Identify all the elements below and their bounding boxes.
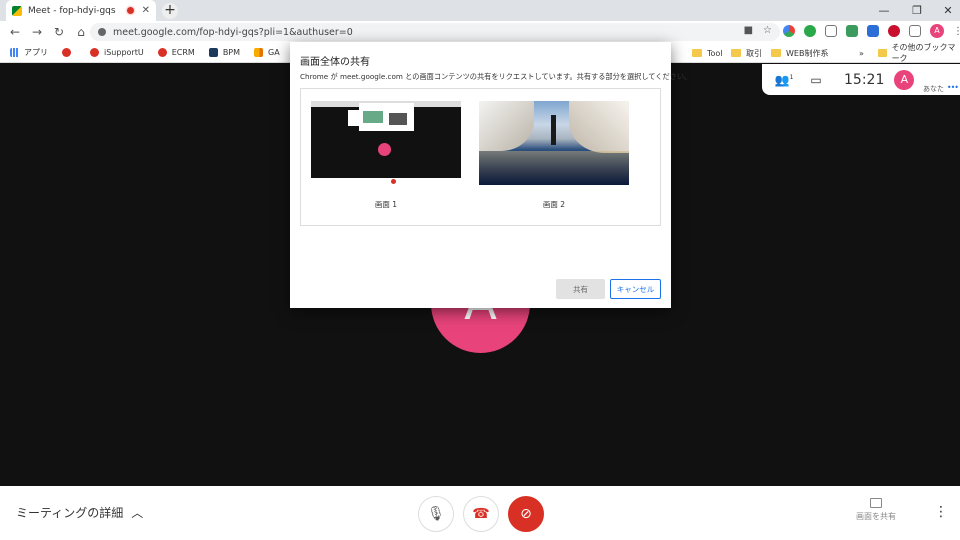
folder-icon bbox=[878, 49, 887, 57]
bookmark-label: 取引 bbox=[746, 48, 762, 58]
meeting-time: 15:21 bbox=[844, 71, 885, 88]
analytics-icon bbox=[254, 48, 264, 57]
folder-icon bbox=[731, 49, 741, 57]
recording-indicator-icon bbox=[126, 7, 134, 14]
s-extension-icon[interactable] bbox=[846, 25, 858, 37]
participants-count: 1 bbox=[789, 73, 794, 81]
evernote-icon[interactable] bbox=[804, 25, 816, 37]
folder-icon bbox=[692, 49, 702, 57]
bookmark-label: WEB制作系 bbox=[786, 48, 829, 58]
browser-toolbar: ← → ↻ ⌂ meet.google.com/fop-hdyi-gqs?pli… bbox=[0, 21, 960, 43]
bookmark-ecrm[interactable]: ECRM bbox=[157, 48, 195, 57]
camera-off-icon: ⊘ bbox=[520, 506, 532, 522]
address-bar[interactable]: meet.google.com/fop-hdyi-gqs?pli=1&authu… bbox=[90, 23, 780, 41]
e-logo-icon bbox=[90, 48, 99, 57]
bookmark-label: BPM bbox=[222, 48, 241, 57]
bookmark-apps[interactable]: アプリ bbox=[10, 47, 48, 58]
camera-off-button[interactable]: ⊘ bbox=[508, 496, 544, 532]
close-tab-icon[interactable]: ✕ bbox=[142, 5, 150, 16]
hang-up-button[interactable]: ☎ bbox=[463, 496, 499, 532]
bookmark-torihiki[interactable]: 取引 bbox=[731, 43, 762, 63]
bookmark-label: その他のブックマーク bbox=[891, 43, 956, 63]
extension-color-icon[interactable] bbox=[783, 25, 795, 37]
bookmark-label: Tool bbox=[707, 48, 723, 58]
chevron-up-icon: ︿ bbox=[131, 506, 144, 520]
screen-option-label: 画面 2 bbox=[542, 200, 566, 209]
screen-picker: 画面 1 画面 2 bbox=[300, 88, 661, 226]
bookmark-web[interactable]: WEB制作系 bbox=[771, 43, 828, 63]
self-label: あなた bbox=[923, 85, 944, 93]
e-logo-icon bbox=[62, 48, 71, 57]
profile-avatar[interactable]: A bbox=[930, 24, 944, 38]
self-avatar[interactable]: A bbox=[894, 69, 915, 90]
bookmark-star-icon[interactable]: ☆ bbox=[763, 25, 772, 36]
url-text: meet.google.com/fop-hdyi-gqs?pli=1&authu… bbox=[113, 26, 353, 38]
reload-icon[interactable]: ↻ bbox=[48, 25, 70, 39]
chat-icon[interactable]: ▭ bbox=[800, 73, 832, 87]
present-label: 画面を共有 bbox=[856, 512, 896, 521]
close-window-button[interactable]: ✕ bbox=[928, 0, 960, 21]
browser-menu-icon[interactable]: ⋮ bbox=[953, 26, 960, 37]
bookmark-isupportu[interactable]: iSupportU bbox=[90, 48, 144, 57]
e-logo-icon bbox=[157, 48, 167, 57]
screen-2-thumbnail bbox=[479, 101, 629, 185]
dialog-title: 画面全体の共有 bbox=[300, 57, 370, 68]
recycle-icon[interactable] bbox=[825, 25, 837, 37]
forward-icon[interactable]: → bbox=[26, 25, 48, 39]
share-button[interactable]: 共有 bbox=[556, 279, 605, 299]
microphone-button[interactable]: 🎙 bbox=[418, 496, 454, 532]
present-screen-button[interactable]: 画面を共有 bbox=[848, 498, 904, 522]
bookmark-label: iSupportU bbox=[104, 48, 144, 57]
meeting-controls-bar: ミーティングの詳細 ︿ 🎙 ☎ ⊘ 画面を共有 ⋮ bbox=[0, 486, 960, 540]
new-tab-button[interactable]: + bbox=[162, 3, 178, 19]
meet-favicon-icon bbox=[12, 5, 22, 16]
bookmark-label: ECRM bbox=[171, 48, 195, 57]
bookmarks-overflow-button[interactable]: » bbox=[859, 43, 864, 63]
meeting-top-panel: 👥1 ▭ 15:21 A あなた ••• bbox=[762, 64, 960, 95]
meeting-details-button[interactable]: ミーティングの詳細 ︿ bbox=[16, 504, 143, 521]
bookmark-label: GA bbox=[268, 48, 280, 57]
screen-option-2[interactable]: 画面 2 bbox=[479, 101, 629, 210]
camera-in-use-icon[interactable]: ■ bbox=[744, 25, 753, 36]
screen-1-thumbnail bbox=[311, 101, 461, 185]
share-screen-dialog: 画面全体の共有 Chrome が meet.google.com との画面コンテ… bbox=[290, 42, 691, 308]
bookmark-tool[interactable]: Tool bbox=[692, 43, 723, 63]
tab-title: Meet - fop-hdyi-gqs bbox=[28, 5, 116, 16]
folder-icon bbox=[771, 49, 781, 57]
audio-indicator-icon: ••• bbox=[946, 83, 959, 92]
browser-tab[interactable]: Meet - fop-hdyi-gqs ✕ bbox=[6, 0, 156, 21]
adblock-icon[interactable] bbox=[888, 25, 900, 37]
lock-icon bbox=[98, 28, 106, 36]
bookmark-item[interactable] bbox=[62, 48, 76, 57]
more-options-icon[interactable]: ⋮ bbox=[934, 504, 948, 520]
other-bookmarks[interactable]: その他のブックマーク bbox=[878, 43, 960, 63]
back-icon[interactable]: ← bbox=[4, 25, 26, 39]
meeting-details-label: ミーティングの詳細 bbox=[16, 506, 124, 520]
cancel-button[interactable]: キャンセル bbox=[610, 279, 661, 299]
apps-grid-icon bbox=[10, 48, 19, 57]
participants-button[interactable]: 👥1 bbox=[768, 73, 800, 87]
bookmark-bpm[interactable]: BPM bbox=[208, 48, 241, 57]
bookmark-ga[interactable]: GA bbox=[254, 48, 280, 57]
dialog-description: Chrome が meet.google.com との画面コンテンツの共有をリク… bbox=[300, 72, 692, 81]
home-icon[interactable]: ⌂ bbox=[70, 25, 92, 39]
phone-hangup-icon: ☎ bbox=[472, 506, 490, 522]
screen-option-label: 画面 1 bbox=[374, 200, 398, 209]
extension-blue-icon[interactable] bbox=[867, 25, 879, 37]
present-screen-icon bbox=[870, 498, 882, 508]
microphone-icon: 🎙 bbox=[427, 506, 445, 522]
bookmark-label: アプリ bbox=[24, 48, 48, 57]
bpm-icon bbox=[208, 48, 218, 57]
tab-strip: Meet - fop-hdyi-gqs ✕ + — ❐ ✕ bbox=[0, 0, 960, 21]
screen-option-1[interactable]: 画面 1 bbox=[311, 101, 461, 210]
people-icon: 👥 bbox=[774, 72, 790, 87]
extensions-puzzle-icon[interactable] bbox=[909, 25, 921, 37]
